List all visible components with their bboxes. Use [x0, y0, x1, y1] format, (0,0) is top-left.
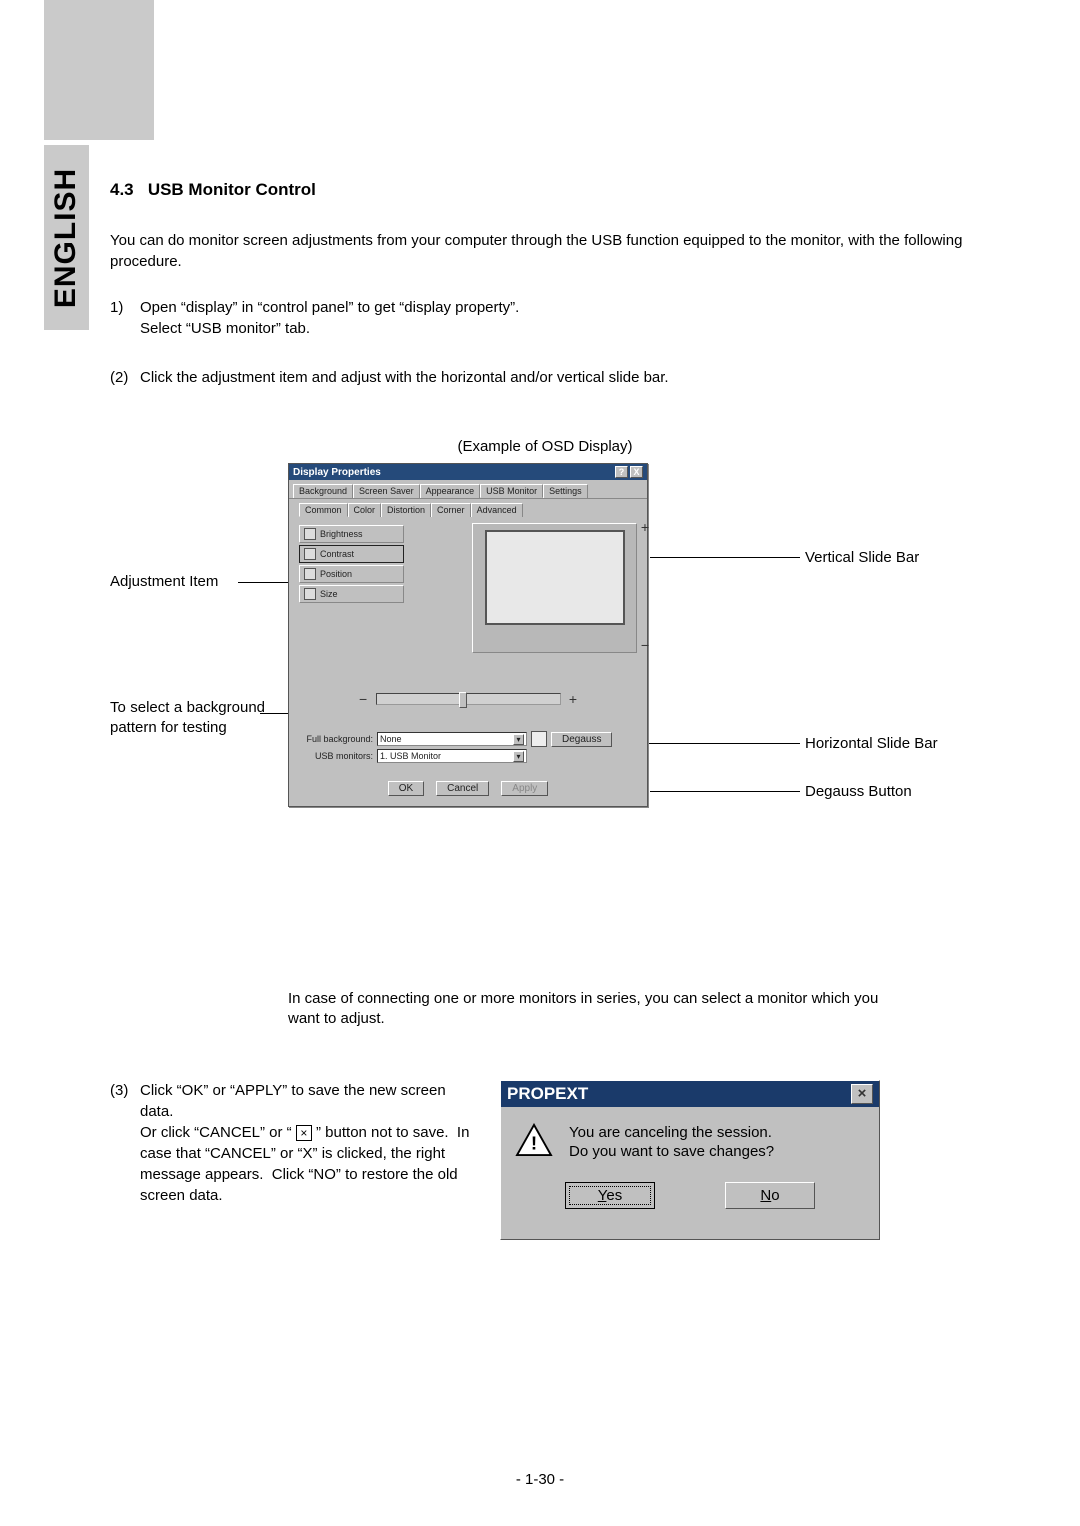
close-button[interactable]: X	[630, 466, 643, 478]
contrast-icon	[304, 548, 316, 560]
tab-usb-monitor[interactable]: USB Monitor	[480, 484, 543, 498]
tab-settings[interactable]: Settings	[543, 484, 588, 498]
help-button[interactable]: ?	[615, 466, 628, 478]
series-note: In case of connecting one or more monito…	[288, 989, 908, 1030]
dialog-button-row: OK Cancel Apply	[289, 773, 647, 806]
brightness-icon	[304, 528, 316, 540]
yes-button[interactable]: Yes	[565, 1182, 655, 1209]
plus-icon: +	[641, 519, 649, 535]
close-icon[interactable]: ×	[851, 1084, 873, 1104]
position-icon	[304, 568, 316, 580]
leader-line	[650, 791, 800, 792]
example-caption: (Example of OSD Display)	[110, 438, 980, 455]
step-3-number: (3)	[110, 1080, 140, 1206]
step-2-number: (2)	[110, 367, 140, 388]
annotation-hslide: Horizontal Slide Bar	[805, 735, 938, 752]
propext-line1: You are canceling the session.	[569, 1123, 774, 1143]
svg-text:!: !	[531, 1133, 537, 1154]
dialog-titlebar: Display Properties ? X	[289, 464, 647, 480]
full-bg-combo[interactable]: None ▾	[377, 732, 527, 746]
horizontal-slider[interactable]	[376, 693, 561, 705]
tab-appearance[interactable]: Appearance	[420, 484, 481, 498]
main-tab-row: Background Screen Saver Appearance USB M…	[289, 480, 647, 499]
section-heading: 4.3 USB Monitor Control	[110, 180, 980, 200]
display-properties-dialog: Display Properties ? X Background Screen…	[288, 463, 648, 807]
plus-icon: +	[569, 691, 577, 707]
step-1: 1) Open “display” in “control panel” to …	[110, 297, 980, 339]
step-2-text: Click the adjustment item and adjust wit…	[140, 367, 980, 388]
item-position-label: Position	[320, 569, 352, 579]
item-position[interactable]: Position	[299, 565, 404, 583]
slider-thumb[interactable]	[459, 692, 467, 708]
step-1-number: 1)	[110, 297, 140, 339]
minus-icon: −	[359, 691, 367, 707]
full-bg-value: None	[380, 734, 402, 744]
annotation-degauss: Degauss Button	[805, 783, 912, 800]
item-size-label: Size	[320, 589, 338, 599]
no-button[interactable]: No	[725, 1182, 815, 1209]
item-brightness-label: Brightness	[320, 529, 363, 539]
chevron-down-icon: ▾	[513, 734, 524, 745]
top-gray-block	[44, 0, 154, 140]
intro-paragraph: You can do monitor screen adjustments fr…	[110, 230, 980, 272]
section-number: 4.3	[110, 180, 134, 199]
degauss-button[interactable]: Degauss	[551, 732, 612, 747]
page-number: - 1-30 -	[0, 1471, 1080, 1488]
apply-button[interactable]: Apply	[501, 781, 548, 796]
propext-titlebar: PROPEXT ×	[501, 1081, 879, 1107]
language-tab: ENGLISH	[44, 145, 89, 330]
monitor-preview	[472, 523, 637, 653]
usb-monitors-combo[interactable]: 1. USB Monitor ▾	[377, 749, 527, 763]
propext-title-text: PROPEXT	[507, 1084, 588, 1104]
subtab-common[interactable]: Common	[299, 503, 348, 517]
figure-zone: Adjustment Item To select a background p…	[110, 463, 980, 983]
step-3: (3) Click “OK” or “APPLY” to save the ne…	[110, 1080, 480, 1206]
language-label: ENGLISH	[50, 167, 84, 307]
tab-screensaver[interactable]: Screen Saver	[353, 484, 420, 498]
degauss-icon	[531, 731, 547, 747]
x-icon: ×	[296, 1125, 312, 1141]
subtab-color[interactable]: Color	[348, 503, 382, 517]
tab-background[interactable]: Background	[293, 484, 353, 498]
sub-tab-row: Common Color Distortion Corner Advanced	[289, 499, 647, 517]
leader-line	[650, 557, 800, 558]
size-icon	[304, 588, 316, 600]
item-brightness[interactable]: Brightness	[299, 525, 404, 543]
subtab-distortion[interactable]: Distortion	[381, 503, 431, 517]
annotation-adjustment-item: Adjustment Item	[110, 573, 218, 590]
step-1-line2: Select “USB monitor” tab.	[140, 318, 980, 339]
chevron-down-icon: ▾	[513, 751, 524, 762]
step-1-line1: Open “display” in “control panel” to get…	[140, 297, 980, 318]
warning-icon: !	[515, 1123, 553, 1157]
usb-monitors-label: USB monitors:	[299, 751, 373, 761]
leader-line	[238, 582, 293, 583]
propext-line2: Do you want to save changes?	[569, 1142, 774, 1162]
minus-icon: −	[641, 637, 649, 653]
subtab-advanced[interactable]: Advanced	[471, 503, 523, 517]
propext-message: You are canceling the session. Do you wa…	[569, 1123, 774, 1162]
annotation-bg-select: To select a background pattern for testi…	[110, 698, 265, 737]
section-title: USB Monitor Control	[148, 180, 316, 199]
step-2: (2) Click the adjustment item and adjust…	[110, 367, 980, 388]
item-size[interactable]: Size	[299, 585, 404, 603]
item-contrast-label: Contrast	[320, 549, 354, 559]
subtab-corner[interactable]: Corner	[431, 503, 471, 517]
cancel-button[interactable]: Cancel	[436, 781, 489, 796]
adjustment-item-list: Brightness Contrast Position Size	[299, 523, 404, 605]
full-bg-label: Full background:	[299, 734, 373, 744]
step-3-text: Click “OK” or “APPLY” to save the new sc…	[140, 1080, 480, 1206]
propext-dialog: PROPEXT × ! You are canceling the sessio…	[500, 1080, 880, 1240]
item-contrast[interactable]: Contrast	[299, 545, 404, 563]
usb-monitors-value: 1. USB Monitor	[380, 751, 441, 761]
ok-button[interactable]: OK	[388, 781, 424, 796]
dialog-title: Display Properties	[293, 467, 381, 478]
preview-screen	[485, 530, 625, 625]
annotation-vslide: Vertical Slide Bar	[805, 549, 919, 566]
